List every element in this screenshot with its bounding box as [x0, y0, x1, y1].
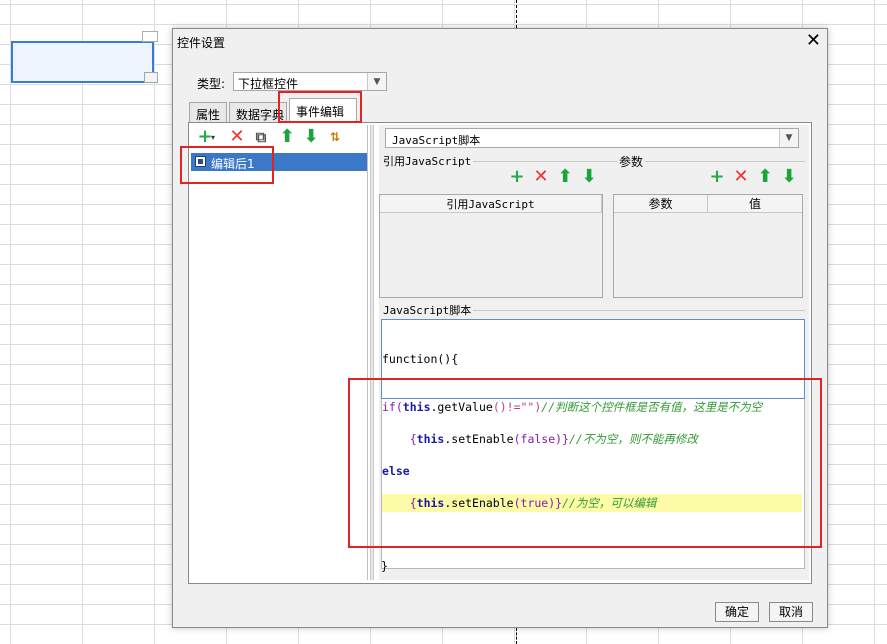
chevron-down-icon[interactable]: ▾	[211, 133, 215, 142]
cell-widget-marker	[142, 31, 158, 42]
delete-icon[interactable]: ✕	[731, 167, 751, 187]
param-column-header[interactable]: 参数	[614, 195, 708, 213]
ref-js-group-label: 引用JavaScript	[381, 153, 474, 169]
event-doc-icon	[195, 156, 206, 167]
params-group-label: 参数	[617, 153, 646, 170]
page-break-line	[516, 0, 517, 28]
cell-widget-handle[interactable]	[144, 72, 158, 83]
arrow-up-icon[interactable]: ⬆	[277, 127, 297, 147]
cancel-button[interactable]: 取消	[769, 602, 813, 622]
code-line: {this.setEnable(false)}//不为空，则不能再修改	[409, 432, 698, 446]
split-pane-divider[interactable]	[370, 125, 374, 580]
selected-cell[interactable]	[11, 41, 154, 83]
plus-icon[interactable]: +	[507, 167, 527, 187]
delete-icon[interactable]: ✕	[227, 127, 247, 147]
code-closing-brace: }	[381, 559, 388, 573]
ok-button[interactable]: 确定	[715, 602, 759, 622]
params-table[interactable]: 参数 值	[613, 194, 803, 298]
tab-label: 数据字典	[236, 108, 285, 122]
ref-js-column-header[interactable]: 引用JavaScript	[380, 195, 602, 213]
code-line: function(){	[382, 352, 459, 366]
ref-js-table[interactable]: 引用JavaScript	[379, 194, 603, 298]
script-group-label: JavaScript脚本	[381, 302, 474, 318]
code-line: {this.setEnable(true)}//为空，可以编辑	[382, 494, 802, 512]
copy-icon[interactable]: ⧉	[251, 127, 271, 147]
tab-properties[interactable]: 属性	[189, 102, 227, 122]
sort-icon[interactable]: ⇅	[325, 127, 345, 147]
event-edit-panel: + ▾ ✕ ⧉ ⬆ ⬇ ⇅ 编辑后1 JavaScript脚本 ▼ 引用Java…	[188, 122, 812, 584]
arrow-up-icon[interactable]: ⬆	[555, 167, 575, 187]
event-list-pane: + ▾ ✕ ⧉ ⬆ ⬇ ⇅ 编辑后1	[191, 125, 368, 580]
close-icon[interactable]: ✕	[806, 31, 821, 51]
group-divider	[619, 161, 805, 162]
dialog-title: 控件设置	[177, 36, 226, 50]
arrow-down-icon[interactable]: ⬇	[779, 167, 799, 187]
code-line: else	[382, 464, 410, 478]
plus-icon[interactable]: +	[707, 167, 727, 187]
page-break-line	[516, 628, 517, 644]
type-label: 类型:	[197, 77, 226, 91]
tab-label: 事件编辑	[296, 105, 345, 119]
script-type-select[interactable]: JavaScript脚本 ▼	[385, 128, 799, 148]
value-column-header[interactable]: 值	[708, 195, 802, 213]
type-select-value: 下拉框控件	[238, 77, 299, 91]
script-type-value: JavaScript脚本	[392, 134, 481, 147]
tab-data-dictionary[interactable]: 数据字典	[229, 102, 287, 122]
tab-label: 属性	[196, 108, 221, 122]
chevron-down-icon[interactable]: ▼	[779, 129, 798, 147]
code-line: if(this.getValue()!="")//判断这个控件框是否有值，这里是…	[382, 400, 763, 414]
chevron-down-icon[interactable]: ▼	[367, 73, 386, 90]
code-editor[interactable]: function(){ if(this.getValue()!="")//判断这…	[381, 319, 805, 569]
delete-icon[interactable]: ✕	[531, 167, 551, 187]
arrow-up-icon[interactable]: ⬆	[755, 167, 775, 187]
type-select[interactable]: 下拉框控件 ▼	[233, 72, 387, 91]
tab-event-edit[interactable]: 事件编辑	[289, 98, 357, 122]
event-item-label: 编辑后1	[211, 157, 255, 171]
script-pane: JavaScript脚本 ▼ 引用JavaScript + ✕ ⬆ ⬇ 引用Ja…	[379, 125, 809, 580]
list-item[interactable]: 编辑后1	[191, 153, 367, 171]
arrow-down-icon[interactable]: ⬇	[301, 127, 321, 147]
widget-settings-dialog: 控件设置 ✕ 类型: 下拉框控件 ▼ 属性 数据字典 事件编辑 + ▾ ✕ ⧉ …	[172, 28, 828, 628]
arrow-down-icon[interactable]: ⬇	[579, 167, 599, 187]
